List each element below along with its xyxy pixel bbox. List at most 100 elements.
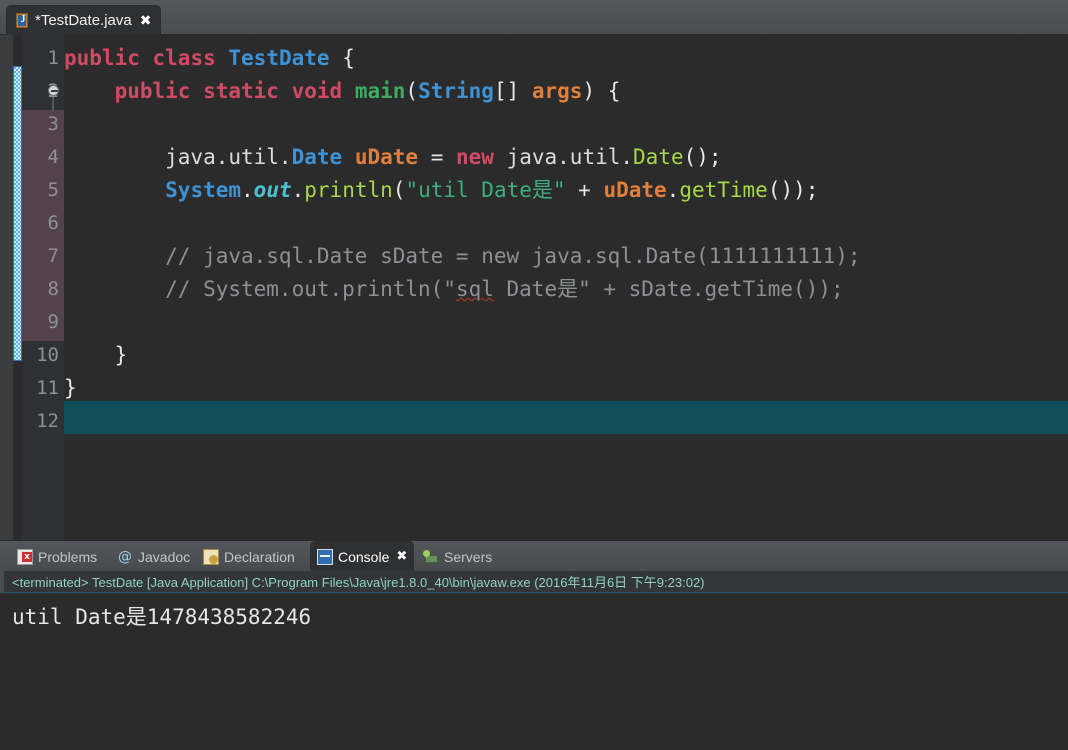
view-tab-label: Declaration (224, 548, 295, 565)
eclipse-workbench: J *TestDate.java ✖ 123456789101112 publi… (0, 0, 1068, 750)
code-token: java.util. (506, 145, 634, 169)
code-token: { (342, 46, 355, 70)
console-status-bar: <terminated> TestDate [Java Application]… (0, 571, 1068, 593)
code-token: Date是" + sDate.getTime()); (493, 277, 844, 301)
servers-icon (423, 549, 439, 565)
code-token: + (565, 178, 604, 202)
line-number: 8 (47, 278, 59, 300)
view-tab-problems[interactable]: Problems (10, 541, 104, 572)
fold-stem (52, 97, 54, 112)
current-line-highlight (64, 401, 1068, 434)
code-text-area[interactable]: public class TestDate { public static vo… (64, 35, 1068, 540)
line-number: 9 (47, 311, 59, 333)
code-line: } (64, 339, 128, 372)
line-number: 12 (36, 410, 59, 432)
code-token: out (253, 178, 292, 202)
code-token: } (64, 376, 77, 400)
code-token: args (531, 79, 583, 103)
code-token: ( (405, 79, 419, 103)
console-output-line: util Date是1478438582246 (12, 605, 312, 629)
declaration-icon (203, 548, 219, 565)
code-token: public (64, 46, 140, 70)
editor-tab-testdate-java[interactable]: J *TestDate.java ✖ (6, 5, 162, 35)
code-token: // java.sql.Date sDate = new java.sql.Da… (64, 244, 861, 268)
view-tab-javadoc[interactable]: @ Javadoc (110, 541, 197, 572)
close-icon[interactable]: ✖ (140, 14, 152, 28)
code-token: getTime (679, 178, 768, 202)
view-tab-console[interactable]: Console ✖ (310, 541, 415, 572)
close-icon[interactable]: ✖ (396, 550, 407, 563)
code-editor[interactable]: 123456789101112 public class TestDate { … (0, 35, 1068, 540)
code-token: Date (633, 145, 684, 169)
code-line: // System.out.println("sql Date是" + sDat… (64, 273, 844, 306)
code-token: java.util. (64, 145, 292, 169)
code-token: ) { (582, 79, 621, 103)
code-token: println (304, 178, 393, 202)
console-output-area[interactable]: util Date是1478438582246 (0, 594, 1068, 750)
code-token: main (354, 79, 406, 103)
line-number: 10 (36, 344, 59, 366)
console-icon (317, 548, 333, 565)
code-token: [] (493, 79, 532, 103)
code-line: // java.sql.Date sDate = new java.sql.Da… (64, 240, 861, 273)
code-token: = (430, 145, 444, 169)
java-file-icon: J (15, 13, 29, 28)
view-tab-label: Servers (444, 548, 493, 565)
code-token: Date (291, 145, 343, 169)
line-number: 1 (47, 47, 59, 69)
status-bar-left-edge (0, 571, 4, 593)
view-tab-label: Console (338, 548, 390, 565)
view-tab-label: Javadoc (138, 548, 191, 565)
fold-collapse-icon[interactable] (48, 85, 59, 96)
code-token: // System.out.println(" (64, 277, 456, 301)
line-number: 3 (47, 113, 59, 135)
view-tab-declaration[interactable]: Declaration (196, 541, 302, 572)
code-token: TestDate (228, 46, 330, 70)
annotation-ruler[interactable] (0, 35, 14, 540)
problems-error-icon (17, 548, 33, 565)
bottom-view-tab-strip: Problems @ Javadoc Declaration Console ✖ Serve… (0, 540, 1068, 572)
code-token: ()); (767, 178, 819, 202)
code-token: new (456, 145, 494, 169)
code-token: System (165, 178, 242, 202)
line-number: 4 (47, 146, 59, 168)
code-token: String (418, 79, 494, 103)
javadoc-at-icon: @ (118, 548, 132, 565)
line-number: 5 (47, 179, 59, 201)
code-token: class (152, 46, 216, 70)
code-token: } (64, 343, 128, 367)
line-number-gutter: 123456789101112 (22, 35, 64, 540)
code-token: uDate (603, 178, 667, 202)
line-number: 11 (36, 377, 59, 399)
line-number: 7 (47, 245, 59, 267)
code-token: . (666, 178, 680, 202)
view-tab-label: Problems (38, 548, 98, 565)
code-line: java.util.Date uDate = new java.util.Dat… (64, 141, 721, 174)
code-line: System.out.println("util Date是" + uDate.… (64, 174, 818, 207)
view-tab-servers[interactable]: Servers (416, 541, 499, 572)
code-token: . (291, 178, 305, 202)
line-number: 6 (47, 212, 59, 234)
code-token: void (291, 79, 343, 103)
code-line: public static void main(String[] args) { (64, 75, 621, 108)
editor-tab-label: *TestDate.java (35, 12, 132, 29)
console-view[interactable]: <terminated> TestDate [Java Application]… (0, 571, 1068, 750)
code-token: public (114, 79, 191, 103)
console-process-label: <terminated> TestDate [Java Application]… (12, 575, 705, 590)
code-line: } (64, 372, 77, 405)
code-token: uDate (354, 145, 419, 169)
code-line: public class TestDate { (64, 42, 355, 75)
editor-tab-strip: J *TestDate.java ✖ (0, 0, 1068, 35)
code-token: ( (392, 178, 406, 202)
spellcheck-underline: sql (455, 277, 494, 301)
